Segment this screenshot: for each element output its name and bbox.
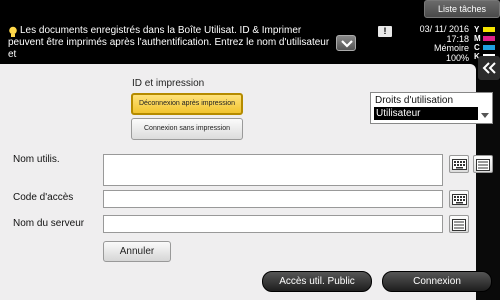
login-without-print-button[interactable]: Connexion sans impression <box>131 118 243 140</box>
login-button[interactable]: Connexion <box>382 271 492 292</box>
server-list-button[interactable] <box>449 215 469 233</box>
user-rights-select[interactable]: Droits d'utilisation Utilisateur <box>370 92 493 124</box>
rights-value[interactable]: Utilisateur <box>374 107 478 120</box>
server-label: Nom du serveur <box>13 218 85 229</box>
side-panel-toggle[interactable] <box>478 56 500 80</box>
keyboard-icon <box>452 194 467 205</box>
toner-row-m: M <box>474 34 500 43</box>
dropdown-arrow-icon[interactable] <box>481 113 489 118</box>
keyboard-button[interactable] <box>449 155 469 173</box>
password-label: Code d'accès <box>13 192 74 203</box>
rights-label: Droits d'utilisation <box>375 95 454 106</box>
section-title: ID et impression <box>132 78 205 89</box>
toner-row-y: Y <box>474 25 500 34</box>
message-text: Les documents enregistrés dans la Boîte … <box>8 25 330 60</box>
user-list-button[interactable] <box>473 155 493 173</box>
username-label: Nom utilis. <box>13 154 60 165</box>
password-field[interactable] <box>103 190 443 208</box>
keyboard-icon <box>452 159 467 170</box>
toner-row-c: C <box>474 43 500 52</box>
task-list-button[interactable]: Liste tâches <box>424 0 500 18</box>
expand-message-button[interactable] <box>336 35 356 51</box>
warning-icon: ! <box>378 26 392 37</box>
server-field[interactable] <box>103 215 443 233</box>
double-chevron-left-icon <box>482 62 496 74</box>
chevron-down-icon <box>341 40 353 48</box>
memory-value: 100% <box>445 52 469 63</box>
message-bar: Les documents enregistrés dans la Boîte … <box>0 22 500 64</box>
username-field[interactable] <box>103 154 443 186</box>
cancel-button[interactable]: Annuler <box>103 241 171 262</box>
list-icon <box>476 159 490 171</box>
public-access-button[interactable]: Accès util. Public <box>262 271 372 292</box>
logout-after-print-button[interactable]: Déconnexion après impression <box>131 93 243 115</box>
list-icon <box>452 219 466 231</box>
status-readout: 03/ 11/ 2016 17:18 Mémoire 100% <box>405 24 469 63</box>
password-keyboard-button[interactable] <box>449 190 469 208</box>
